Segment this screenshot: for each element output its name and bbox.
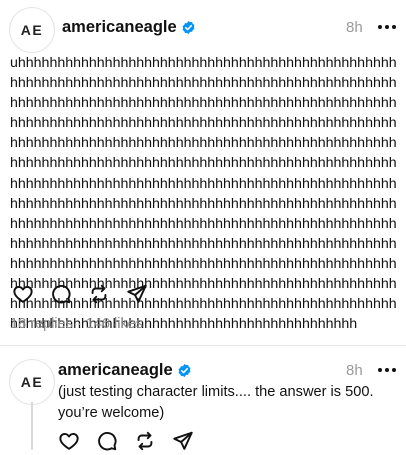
divider bbox=[0, 345, 406, 346]
verified-badge-icon bbox=[178, 363, 191, 378]
reply-timestamp: 8h bbox=[346, 362, 363, 379]
reply-author[interactable]: americaneagle bbox=[58, 361, 192, 380]
post-author[interactable]: americaneagle bbox=[62, 18, 196, 37]
repost-icon[interactable] bbox=[134, 430, 156, 452]
heart-icon[interactable] bbox=[58, 430, 80, 452]
comment-icon[interactable] bbox=[50, 283, 72, 305]
verified-badge-icon bbox=[182, 20, 195, 35]
post-timestamp: 8h bbox=[346, 19, 363, 36]
reply-username[interactable]: americaneagle bbox=[58, 361, 173, 380]
reply-avatar[interactable]: AE bbox=[10, 360, 54, 404]
post-avatar[interactable]: AE bbox=[10, 8, 54, 52]
post-avatar-initials: AE bbox=[20, 22, 44, 38]
repost-icon[interactable] bbox=[88, 283, 110, 305]
thread-line bbox=[31, 402, 33, 450]
heart-icon[interactable] bbox=[12, 283, 34, 305]
post-actions bbox=[12, 283, 148, 305]
reply-avatar-initials: AE bbox=[20, 374, 44, 390]
post-username[interactable]: americaneagle bbox=[62, 18, 177, 37]
reply-actions bbox=[58, 430, 194, 452]
post-more-options-icon[interactable] bbox=[378, 24, 398, 30]
post-stats[interactable]: 18 replies · 146 likes bbox=[10, 316, 143, 332]
share-icon[interactable] bbox=[126, 283, 148, 305]
reply-more-options-icon[interactable] bbox=[378, 367, 398, 373]
share-icon[interactable] bbox=[172, 430, 194, 452]
reply-text: (just testing character limits.... the a… bbox=[58, 384, 374, 421]
comment-icon[interactable] bbox=[96, 430, 118, 452]
